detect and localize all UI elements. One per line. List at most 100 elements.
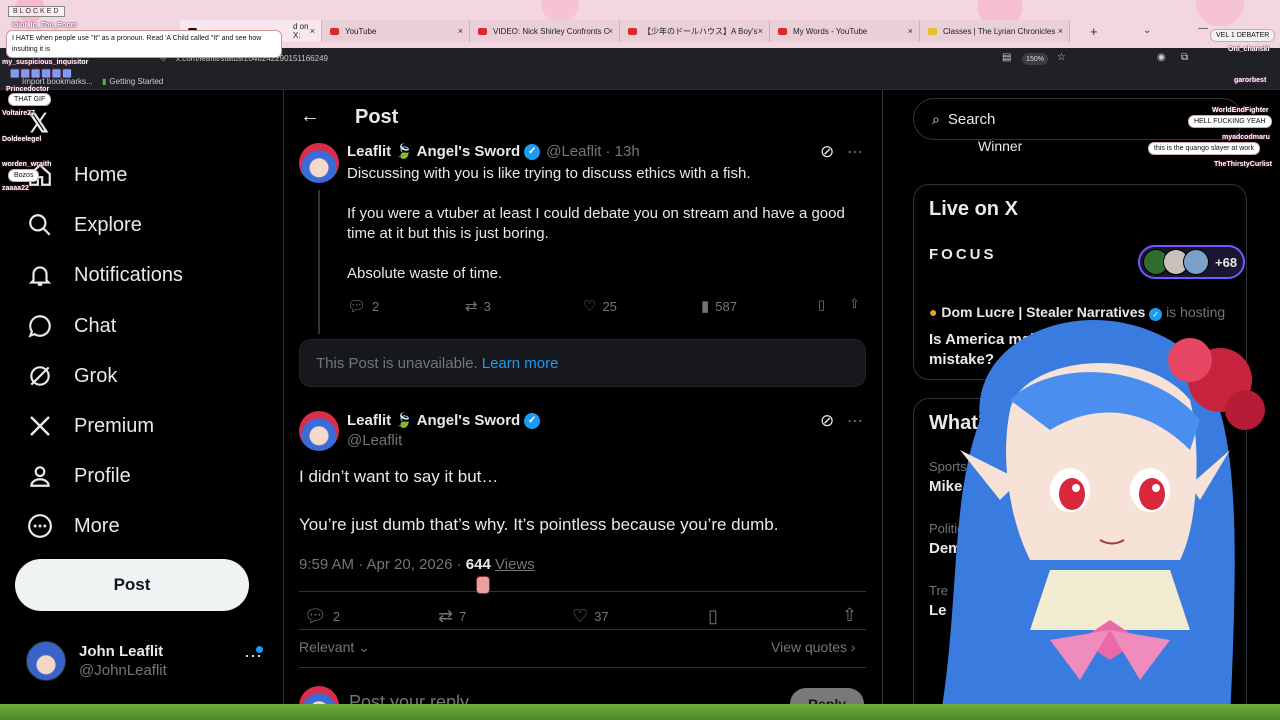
nav-label: Profile	[74, 464, 131, 487]
close-tab-icon[interactable]: ×	[908, 26, 913, 36]
chat-username: zaaaa22	[2, 185, 29, 192]
more-options-icon[interactable]: ⋯	[847, 142, 864, 162]
search-placeholder: Search	[947, 110, 996, 128]
repost-action[interactable]: ⇄ 7	[438, 606, 466, 627]
tab-list-icon[interactable]: ⌄	[1143, 25, 1151, 36]
chat-username: worden_wraith	[2, 161, 52, 168]
grok-icon	[26, 362, 54, 390]
unavailable-text: This Post is unavailable.	[316, 354, 478, 372]
chat-username: Oni_chanski	[1228, 46, 1270, 53]
tweet-timestamp[interactable]: 9:59 AM · Apr 20, 2026 ·	[299, 556, 462, 573]
tab-label: 【少年のドールハウス】A Boy's	[643, 26, 758, 36]
bookmark-star-icon[interactable]: ☆	[1057, 52, 1066, 63]
views-action[interactable]: ▮ 587	[701, 297, 737, 315]
avatar	[26, 641, 66, 681]
chevron-down-icon: ⌄	[358, 639, 370, 655]
author-name: Leaflit	[347, 143, 392, 160]
nav-grok[interactable]: Grok	[26, 356, 117, 396]
grok-explain-icon[interactable]: ⊘	[820, 411, 834, 431]
grass-decoration	[0, 704, 1280, 720]
grok-explain-icon[interactable]: ⊘	[820, 142, 834, 162]
close-tab-icon[interactable]: ×	[458, 26, 463, 36]
chat-bubble: HELL FUCKING YEAH	[1188, 115, 1272, 128]
account-switcher[interactable]: John Leaflit @JohnLeaflit ⋯	[26, 636, 270, 686]
share-icon[interactable]: ⇧	[849, 296, 860, 312]
extensions-icon[interactable]: ⧉	[1181, 52, 1188, 63]
account-name: John Leaflit	[79, 643, 164, 660]
share-icon[interactable]: ⇧	[842, 605, 857, 626]
focus-label: FOCUS	[929, 246, 997, 263]
author-name: Leaflit	[347, 412, 392, 429]
like-action[interactable]: ♡ 37	[572, 606, 609, 627]
close-tab-icon[interactable]: ×	[310, 26, 315, 36]
reply-count: 2	[332, 609, 341, 624]
close-tab-icon[interactable]: ×	[608, 26, 613, 36]
tweet-meta: 9:59 AM · Apr 20, 2026 · 644 Views	[299, 556, 535, 573]
reply-action[interactable]: 💬︎ 2	[304, 606, 340, 627]
x-icon	[26, 412, 54, 440]
search-icon	[26, 211, 54, 239]
tweet-author[interactable]: Leaflit 🍃 Angel's Sword ✓	[347, 412, 541, 429]
nav-chat[interactable]: Chat	[26, 306, 116, 346]
zoom-level[interactable]: 150%	[1022, 53, 1048, 65]
reply-action[interactable]: 💬︎ 2	[347, 297, 379, 315]
nav-more[interactable]: More	[26, 506, 120, 546]
tweet-avatar[interactable]	[299, 143, 339, 183]
tweet-author[interactable]: Leaflit 🍃 Angel's Sword ✓ @Leaflit · 13h	[347, 143, 640, 160]
views-link[interactable]: Views	[495, 556, 535, 573]
tab-youtube[interactable]: YouTube ×	[322, 20, 470, 42]
back-arrow-icon[interactable]: ←	[300, 105, 320, 128]
nav-notifications[interactable]: Notifications	[26, 255, 183, 295]
tab-my-words[interactable]: My Words - YouTube ×	[770, 20, 920, 42]
tweet-text-1: Discussing with you is like trying to di…	[347, 165, 751, 182]
chat-bubble: THAT GIF	[8, 93, 52, 106]
unavailable-post-notice: This Post is unavailable. Learn more	[299, 339, 866, 387]
chat-icon	[26, 312, 54, 340]
view-quotes-label: View quotes	[771, 639, 848, 655]
tab-video-nick[interactable]: VIDEO: Nick Shirley Confronts C ×	[470, 20, 620, 42]
youtube-favicon-icon	[778, 27, 787, 35]
page-title: Post	[355, 106, 399, 128]
nav-label: Explore	[74, 213, 142, 236]
view-quotes-link[interactable]: View quotes ›	[771, 639, 856, 655]
youtube-favicon-icon	[330, 27, 339, 35]
account-icon[interactable]: ◉	[1157, 52, 1166, 63]
bookmark-icon[interactable]: ▯	[818, 297, 825, 313]
minimize-icon[interactable]: —	[1198, 23, 1208, 34]
nav-label: Notifications	[74, 263, 183, 286]
tweet-avatar[interactable]	[299, 411, 339, 451]
like-count: 25	[602, 298, 617, 314]
nav-profile[interactable]: Profile	[26, 456, 131, 496]
chat-username: Idiot_In_The_Room	[12, 22, 77, 29]
nav-label: Home	[74, 163, 128, 186]
verified-badge-icon: ✓	[524, 143, 541, 160]
learn-more-link[interactable]: Learn more	[482, 355, 559, 372]
divider	[299, 667, 866, 668]
more-options-icon[interactable]: ⋯	[847, 411, 864, 431]
author-handle[interactable]: @Leaflit	[347, 432, 402, 449]
close-tab-icon[interactable]: ×	[1058, 26, 1063, 36]
bookmarks-bar	[0, 72, 1280, 90]
repost-action[interactable]: ⇄ 3	[465, 297, 491, 315]
tweet-time: · 13h	[605, 143, 640, 160]
like-action[interactable]: ♡ 25	[583, 297, 617, 315]
tab-classes[interactable]: Classes | The Lyrian Chronicles ×	[920, 20, 1070, 42]
nav-explore[interactable]: Explore	[26, 205, 142, 245]
bookmark-icon[interactable]: ▯	[708, 606, 718, 627]
nav-premium[interactable]: Premium	[26, 406, 154, 446]
tab-label: Classes | The Lyrian Chronicles	[943, 26, 1056, 36]
chat-username: Princedoctor	[6, 86, 50, 93]
reader-view-icon[interactable]: ▤	[1002, 52, 1011, 63]
getting-started-bookmark[interactable]: ▮ Getting Started	[102, 77, 163, 86]
trend-snippet: Winner	[978, 138, 1023, 154]
sort-replies-dropdown[interactable]: Relevant ⌄	[299, 639, 370, 656]
view-count: 587	[715, 298, 737, 314]
new-tab-button[interactable]: +	[1090, 24, 1098, 39]
blocked-label: BLOCKED	[8, 6, 66, 17]
reply-icon: 💬︎	[347, 298, 367, 315]
close-tab-icon[interactable]: ×	[758, 26, 763, 36]
live-space-pill[interactable]: +68	[1138, 245, 1245, 279]
vtuber-avatar	[940, 319, 1265, 720]
tab-dollhouse[interactable]: 【少年のドールハウス】A Boy's ×	[620, 20, 770, 42]
post-button[interactable]: Post	[15, 559, 249, 611]
